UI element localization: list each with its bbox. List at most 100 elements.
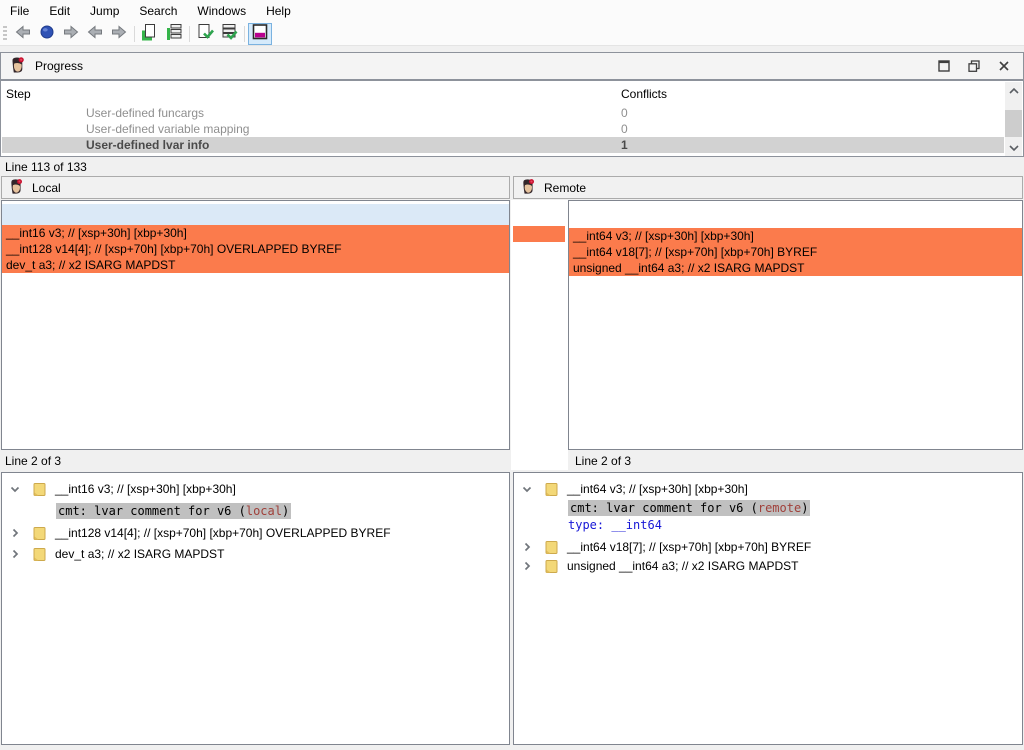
toolbar	[0, 22, 1024, 46]
progress-row[interactable]: User-defined funcargs 0	[2, 105, 1004, 121]
document-green-button[interactable]	[138, 23, 162, 45]
arrow-right-icon	[109, 22, 129, 45]
local-pane-title: Local	[32, 181, 61, 195]
remote-detail-tree: __int64 v3; // [xsp+30h] [xbp+30h] cmt: …	[513, 472, 1023, 745]
folder-icon	[32, 482, 47, 497]
progress-row[interactable]: User-defined variable mapping 0	[2, 121, 1004, 137]
folder-icon	[32, 547, 47, 562]
nav-back-button[interactable]	[11, 23, 35, 45]
scrollbar-thumb[interactable]	[1005, 110, 1022, 137]
menu-edit[interactable]: Edit	[39, 1, 80, 21]
step-label: User-defined variable mapping	[86, 122, 249, 136]
code-line[interactable]: __int128 v14[4]; // [xsp+70h] [xbp+70h] …	[2, 241, 509, 257]
chevron-right-icon[interactable]	[8, 527, 22, 539]
arrow-left-icon	[85, 22, 105, 45]
restore-button[interactable]	[965, 57, 983, 75]
line-position-status: Line 113 of 133	[0, 157, 1024, 176]
page-check-icon	[195, 22, 215, 45]
local-conflict-block: __int16 v3; // [xsp+30h] [xbp+30h] __int…	[2, 225, 509, 273]
merge-view-toggle-button[interactable]	[248, 23, 272, 45]
current-position-button[interactable]	[35, 23, 59, 45]
ida-mascot-icon	[8, 178, 25, 198]
merge-view-icon	[250, 22, 270, 45]
code-line[interactable]: dev_t a3; // x2 ISARG MAPDST	[2, 257, 509, 273]
tree-detail-cmt[interactable]: cmt: lvar comment for v6 (local)	[2, 502, 291, 520]
cmt-text: cmt: lvar comment for v6 (	[570, 501, 758, 515]
tree-item[interactable]: __int128 v14[4]; // [xsp+70h] [xbp+70h] …	[2, 524, 391, 542]
diff-gutter	[511, 200, 568, 470]
chevron-right-icon[interactable]	[8, 548, 22, 560]
remote-diff-pane: __int64 v3; // [xsp+30h] [xbp+30h] __int…	[568, 200, 1023, 450]
code-line[interactable]: __int64 v3; // [xsp+30h] [xbp+30h]	[569, 228, 1022, 244]
stack-check-icon	[219, 22, 239, 45]
close-button[interactable]	[995, 57, 1013, 75]
local-detail-tree: __int16 v3; // [xsp+30h] [xbp+30h] cmt: …	[1, 472, 510, 745]
menu-search[interactable]: Search	[129, 1, 187, 21]
arrow-right-icon	[61, 22, 81, 45]
tree-item[interactable]: __int64 v3; // [xsp+30h] [xbp+30h]	[514, 480, 748, 498]
folder-icon	[32, 526, 47, 541]
chevron-down-icon[interactable]	[520, 483, 534, 495]
menu-jump[interactable]: Jump	[80, 1, 129, 21]
cmt-text: )	[801, 501, 808, 515]
folder-icon	[544, 559, 559, 574]
conflicts-count: 0	[621, 122, 628, 136]
progress-titlebar[interactable]: Progress	[0, 52, 1024, 80]
local-pane-header[interactable]: Local	[1, 176, 510, 199]
tree-item[interactable]: dev_t a3; // x2 ISARG MAPDST	[2, 545, 224, 563]
cmt-source-value: local	[246, 504, 282, 518]
remote-pane-header[interactable]: Remote	[513, 176, 1023, 199]
chevron-right-icon[interactable]	[520, 541, 534, 553]
next-conflict-button[interactable]	[107, 23, 131, 45]
tree-item[interactable]: unsigned __int64 a3; // x2 ISARG MAPDST	[514, 557, 798, 575]
ida-mascot-icon	[9, 56, 27, 77]
tree-item-label: unsigned __int64 a3; // x2 ISARG MAPDST	[567, 559, 798, 573]
ida-mascot-icon	[520, 178, 537, 198]
vertical-scrollbar[interactable]	[1005, 82, 1022, 156]
progress-list: Step Conflicts User-defined funcargs 0 U…	[0, 80, 1024, 157]
maximize-button[interactable]	[935, 57, 953, 75]
column-header-conflicts[interactable]: Conflicts	[621, 87, 667, 101]
nav-forward-button[interactable]	[59, 23, 83, 45]
toolbar-separator	[244, 26, 245, 42]
code-line[interactable]: __int64 v18[7]; // [xsp+70h] [xbp+70h] B…	[569, 244, 1022, 260]
cmt-source-value: remote	[758, 501, 801, 515]
code-line[interactable]: __int16 v3; // [xsp+30h] [xbp+30h]	[2, 225, 509, 241]
local-diff-pane: __int16 v3; // [xsp+30h] [xbp+30h] __int…	[1, 200, 510, 450]
toolbar-drag-handle[interactable]	[3, 26, 7, 42]
toolbar-separator	[134, 26, 135, 42]
tree-item[interactable]: __int16 v3; // [xsp+30h] [xbp+30h]	[2, 480, 236, 498]
scrollbar-down-button[interactable]	[1005, 139, 1022, 156]
chevron-down-icon[interactable]	[8, 483, 22, 495]
folder-icon	[544, 482, 559, 497]
current-line-highlight[interactable]	[2, 204, 509, 225]
step-label: User-defined lvar info	[86, 138, 209, 152]
chevron-right-icon[interactable]	[520, 560, 534, 572]
conflicts-count: 1	[621, 138, 628, 152]
list-green-button[interactable]	[162, 23, 186, 45]
line-position-text: Line 113 of 133	[5, 160, 87, 174]
tree-detail-type[interactable]: type: __int64	[514, 516, 662, 534]
prev-conflict-button[interactable]	[83, 23, 107, 45]
menu-file[interactable]: File	[0, 1, 39, 21]
progress-row-selected[interactable]: User-defined lvar info 1	[2, 137, 1004, 153]
type-text: type: __int64	[568, 518, 662, 532]
menu-help[interactable]: Help	[256, 1, 301, 21]
cmt-text: )	[282, 504, 289, 518]
conflict-marker	[513, 226, 565, 242]
column-header-step[interactable]: Step	[6, 87, 31, 101]
tree-item-label: dev_t a3; // x2 ISARG MAPDST	[55, 547, 224, 561]
code-line[interactable]: unsigned __int64 a3; // x2 ISARG MAPDST	[569, 260, 1022, 276]
step-label: User-defined funcargs	[86, 106, 204, 120]
tree-item[interactable]: __int64 v18[7]; // [xsp+70h] [xbp+70h] B…	[514, 538, 811, 556]
blue-circle-icon	[37, 22, 57, 45]
conflicts-count: 0	[621, 106, 628, 120]
menu-windows[interactable]: Windows	[187, 1, 256, 21]
tree-item-label: __int64 v3; // [xsp+30h] [xbp+30h]	[567, 482, 748, 496]
scrollbar-up-button[interactable]	[1005, 82, 1022, 99]
document-check-button[interactable]	[193, 23, 217, 45]
tree-detail-cmt[interactable]: cmt: lvar comment for v6 (remote)	[514, 499, 810, 517]
list-check-button[interactable]	[217, 23, 241, 45]
remote-conflict-block: __int64 v3; // [xsp+30h] [xbp+30h] __int…	[569, 228, 1022, 276]
tree-item-label: __int64 v18[7]; // [xsp+70h] [xbp+70h] B…	[567, 540, 811, 554]
